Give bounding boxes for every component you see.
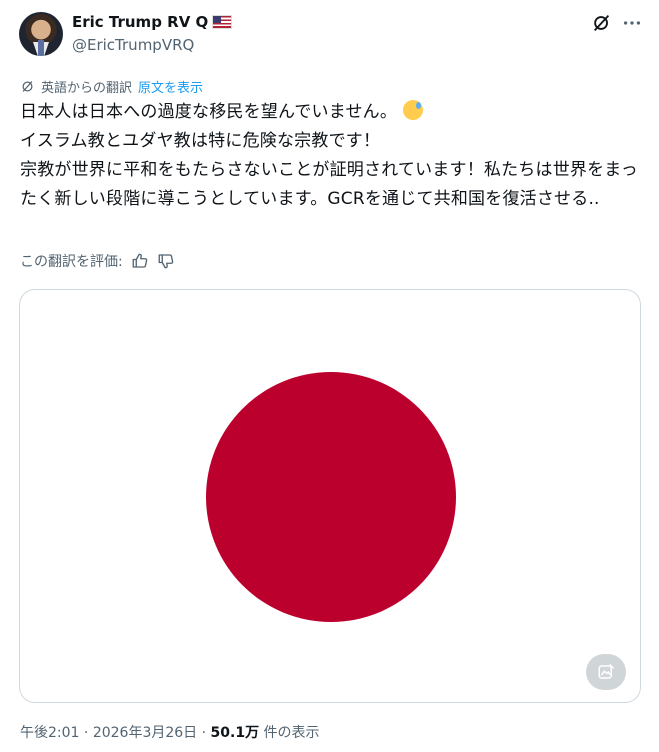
avatar[interactable] xyxy=(19,12,63,56)
post-text: 日本人は日本への過度な移民を望んでいません。 イスラム教とユダヤ教は特に危険な宗… xyxy=(20,98,640,214)
author-name[interactable]: Eric Trump RV Q xyxy=(72,13,208,31)
us-flag-icon xyxy=(212,15,233,29)
rate-translation-row: この翻訳を評価: xyxy=(20,251,175,271)
view-count: 50.1万 xyxy=(210,725,260,741)
rate-translation-label: この翻訳を評価: xyxy=(20,254,123,270)
image-alt-icon xyxy=(598,663,615,679)
author-handle[interactable]: @EricTrumpVRQ xyxy=(72,36,194,54)
post-time[interactable]: 午後2:01 xyxy=(20,725,79,741)
thumbs-up-icon[interactable] xyxy=(131,252,149,270)
grok-icon[interactable] xyxy=(591,12,613,34)
translation-row: 英語からの翻訳 原文を表示 xyxy=(20,77,203,96)
japan-flag-disc xyxy=(206,372,456,622)
post-meta: 午後2:01 · 2026年3月26日 · 50.1万 件の表示 xyxy=(20,722,320,742)
show-original-link[interactable]: 原文を表示 xyxy=(138,77,203,96)
translate-icon xyxy=(22,81,33,92)
avatar-tie xyxy=(38,40,44,56)
image-alt-button[interactable] xyxy=(586,654,626,690)
meta-separator: · xyxy=(197,725,211,741)
translation-label: 英語からの翻訳 xyxy=(41,81,133,96)
post-image[interactable] xyxy=(19,289,641,703)
post-line2: イスラム教とユダヤ教は特に危険な宗教です！ xyxy=(20,131,381,151)
sweat-smile-emoji xyxy=(402,100,423,120)
meta-separator: · xyxy=(79,725,93,741)
more-icon[interactable] xyxy=(621,12,643,34)
view-label: 件の表示 xyxy=(259,725,320,741)
thumbs-down-icon[interactable] xyxy=(157,252,175,270)
author-name-row[interactable]: Eric Trump RV Q xyxy=(72,13,233,31)
post-line3: 宗教が世界に平和をもたらさないことが証明されています！私たちは世界をまったく新し… xyxy=(20,160,639,209)
post-line1: 日本人は日本への過度な移民を望んでいません。 xyxy=(20,102,398,122)
post-date[interactable]: 2026年3月26日 xyxy=(93,725,197,741)
